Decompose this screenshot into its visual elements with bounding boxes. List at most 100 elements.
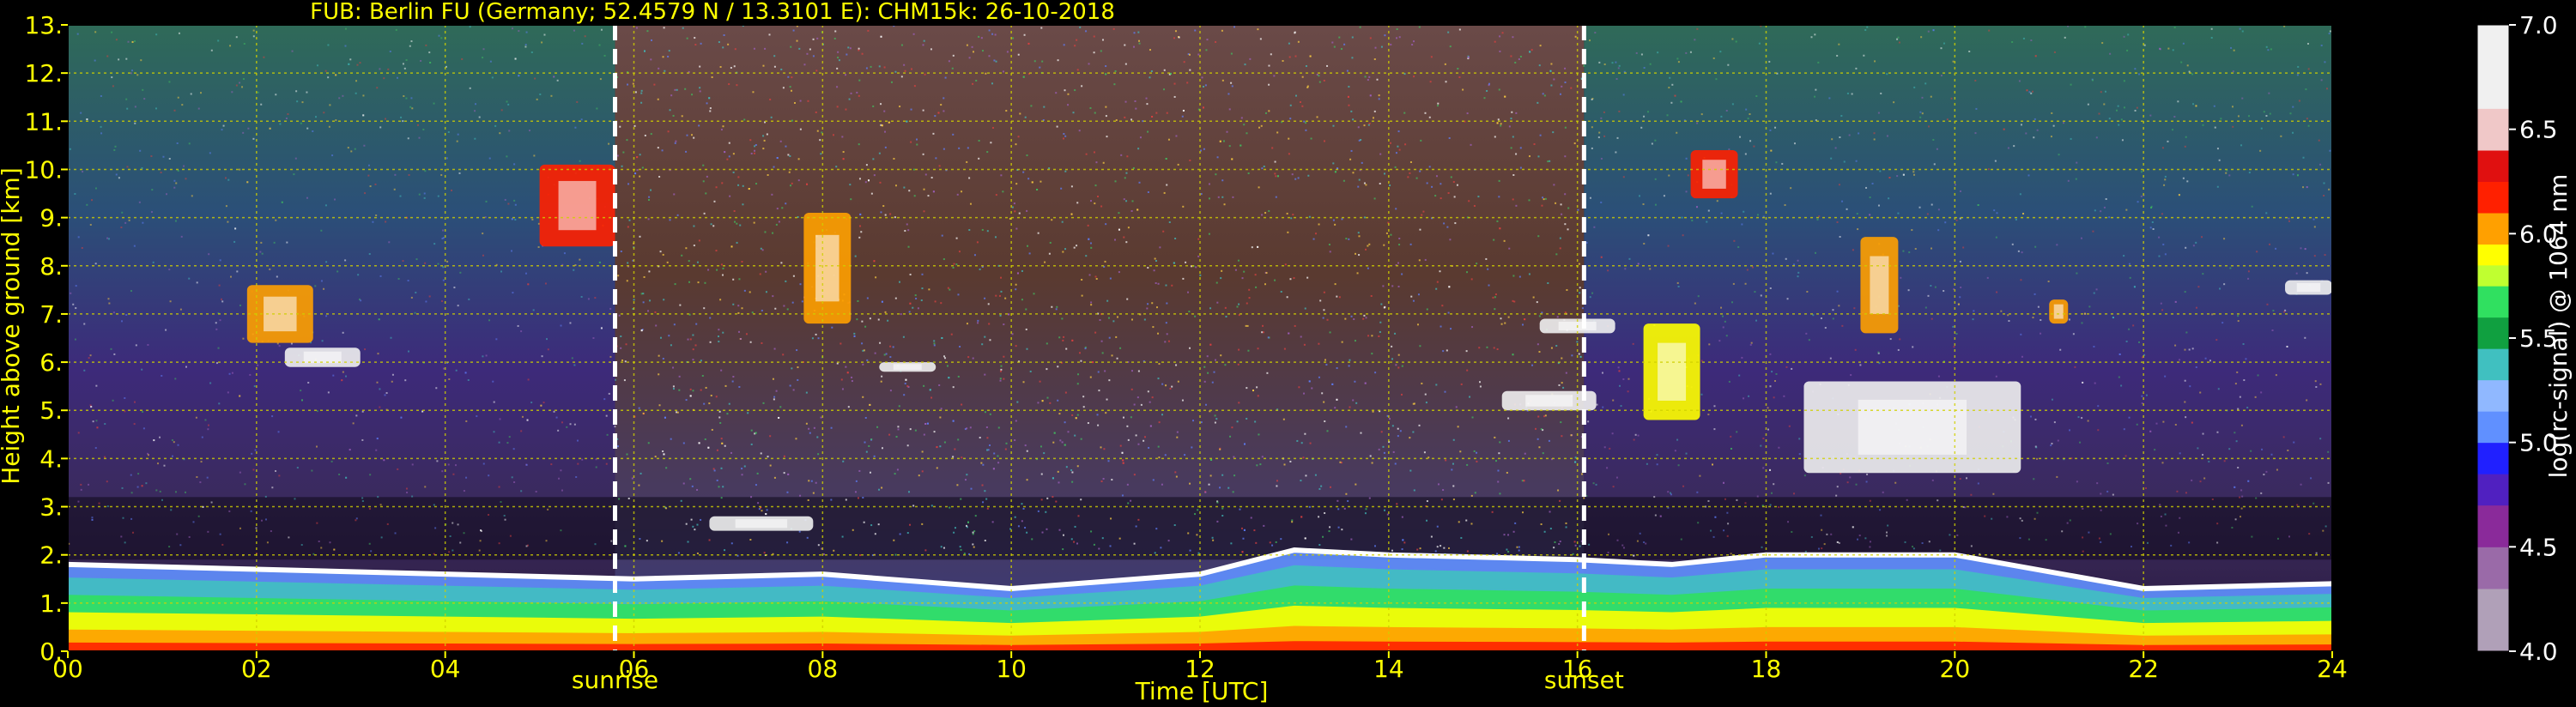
- noise-dot: [836, 362, 839, 365]
- noise-dot: [1124, 63, 1127, 65]
- noise-dot: [1371, 462, 1373, 464]
- noise-dot: [1213, 371, 1215, 373]
- noise-dot: [1071, 414, 1074, 416]
- noise-dot: [1503, 239, 1506, 242]
- noise-dot: [1398, 244, 1401, 246]
- noise-dot: [150, 211, 153, 214]
- noise-dot: [718, 41, 720, 44]
- noise-dot: [2255, 497, 2258, 499]
- noise-dot: [798, 47, 801, 50]
- noise-dot: [1018, 212, 1021, 215]
- y-tick-label: 4.: [39, 444, 63, 473]
- noise-dot: [1336, 398, 1338, 401]
- noise-dot: [720, 497, 723, 499]
- noise-dot: [1256, 464, 1258, 467]
- noise-dot: [331, 154, 334, 157]
- noise-dot: [91, 518, 94, 521]
- noise-dot: [752, 91, 755, 94]
- noise-dot: [915, 297, 918, 299]
- noise-dot: [728, 402, 730, 405]
- noise-dot: [142, 88, 144, 91]
- noise-dot: [936, 467, 938, 469]
- noise-dot: [870, 192, 873, 195]
- noise-dot: [467, 379, 470, 382]
- noise-dot: [507, 103, 510, 106]
- noise-dot: [1518, 549, 1520, 552]
- noise-dot: [1204, 84, 1207, 87]
- noise-dot: [2199, 480, 2202, 483]
- noise-dot: [722, 267, 724, 269]
- noise-dot: [2172, 129, 2174, 131]
- noise-dot: [1151, 115, 1154, 118]
- noise-dot: [252, 137, 255, 140]
- noise-dot: [1274, 279, 1276, 281]
- noise-dot: [776, 157, 779, 160]
- noise-dot: [750, 429, 753, 432]
- noise-dot: [1927, 30, 1930, 33]
- noise-dot: [1027, 178, 1030, 180]
- noise-dot: [692, 359, 694, 361]
- noise-dot: [991, 127, 994, 130]
- noise-dot: [433, 102, 435, 105]
- noise-dot: [893, 157, 895, 160]
- noise-dot: [715, 186, 718, 189]
- noise-dot: [411, 463, 414, 466]
- noise-dot: [1059, 439, 1062, 442]
- noise-dot: [1959, 260, 1961, 263]
- noise-dot: [1491, 511, 1494, 513]
- noise-dot: [1052, 496, 1054, 499]
- noise-dot: [1926, 213, 1929, 215]
- noise-dot: [1674, 450, 1676, 452]
- noise-dot: [1649, 63, 1652, 65]
- noise-dot: [2164, 375, 2167, 378]
- noise-dot: [469, 26, 471, 28]
- noise-dot: [830, 426, 833, 429]
- noise-dot: [482, 57, 484, 59]
- noise-dot: [166, 193, 168, 196]
- noise-dot: [1002, 70, 1004, 73]
- noise-dot: [2033, 136, 2035, 139]
- noise-dot: [993, 59, 996, 62]
- noise-dot: [207, 424, 209, 426]
- noise-dot: [765, 270, 767, 273]
- noise-dot: [1565, 522, 1567, 524]
- noise-dot: [1329, 526, 1331, 529]
- noise-dot: [1603, 446, 1606, 449]
- noise-dot: [1208, 183, 1210, 185]
- noise-dot: [1101, 537, 1104, 540]
- noise-dot: [1436, 546, 1439, 548]
- noise-dot: [1579, 355, 1582, 358]
- noise-dot: [278, 345, 281, 347]
- noise-dot: [1363, 124, 1366, 127]
- noise-dot: [69, 148, 71, 150]
- noise-dot: [196, 281, 198, 284]
- noise-dot: [1600, 201, 1603, 203]
- noise-dot: [642, 293, 645, 295]
- noise-dot: [1303, 392, 1306, 395]
- noise-dot: [1539, 134, 1542, 136]
- noise-dot: [991, 82, 994, 85]
- noise-dot: [120, 320, 123, 323]
- noise-dot: [527, 378, 530, 381]
- noise-dot: [2308, 533, 2311, 535]
- noise-dot: [1026, 209, 1028, 212]
- noise-dot: [442, 367, 445, 370]
- noise-dot: [1637, 263, 1640, 265]
- noise-dot: [859, 225, 862, 227]
- noise-dot: [736, 222, 738, 225]
- noise-dot: [1094, 202, 1096, 205]
- noise-dot: [1918, 206, 1921, 208]
- noise-dot: [86, 203, 88, 206]
- noise-dot: [1064, 89, 1066, 92]
- noise-dot: [112, 85, 114, 88]
- noise-dot: [1247, 172, 1250, 174]
- noise-dot: [1583, 64, 1585, 67]
- noise-dot: [1189, 159, 1191, 161]
- noise-dot: [880, 103, 882, 106]
- noise-dot: [323, 287, 325, 290]
- noise-dot: [2140, 195, 2143, 197]
- noise-dot: [682, 482, 685, 485]
- noise-dot: [440, 299, 443, 302]
- noise-dot: [1219, 486, 1221, 489]
- noise-dot: [1041, 531, 1044, 534]
